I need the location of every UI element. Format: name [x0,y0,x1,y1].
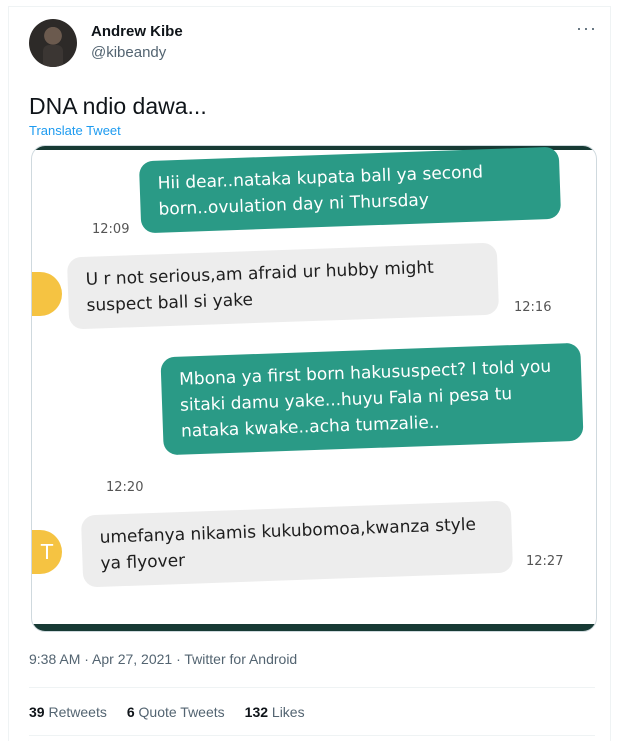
message-bubble-received: umefanya nikamis kukubomoa,kwanza style … [80,500,514,588]
retweets-label: Retweets [48,704,107,720]
tweet-card: Andrew Kibe @kibeandy ··· DNA ndio dawa.… [8,6,611,741]
quote-tweets-stat[interactable]: 6 Quote Tweets [127,704,225,720]
avatar[interactable] [29,19,77,67]
retweets-stat[interactable]: 39 Retweets [29,704,107,720]
retweets-count: 39 [29,704,45,720]
media-bottom-bar [32,624,596,631]
message-time: 12:27 [526,554,564,569]
contact-avatar: T [32,530,62,574]
message-time: 12:20 [106,480,144,495]
message-bubble-sent: Mbona ya first born hakususpect? I told … [160,342,584,456]
divider [29,735,595,736]
author-handle[interactable]: @kibeandy [91,44,166,61]
likes-stat[interactable]: 132 Likes [245,704,305,720]
divider [29,687,595,688]
tweet-timestamp[interactable]: 9:38 AM · Apr 27, 2021 · Twitter for And… [29,651,297,667]
message-time: 12:16 [514,300,552,315]
tweet-text: DNA ndio dawa... [29,93,207,119]
quotes-label: Quote Tweets [138,704,225,720]
likes-label: Likes [271,704,305,720]
message-bubble-received: U r not serious,am afraid ur hubby might… [66,242,500,330]
contact-avatar [32,272,62,316]
tweet-media-image[interactable]: 12:09 Hii dear..nataka kupata ball ya se… [31,145,597,632]
tweet-stats: 39 Retweets 6 Quote Tweets 132 Likes [29,704,305,720]
author-name[interactable]: Andrew Kibe [91,23,183,40]
translate-tweet-link[interactable]: Translate Tweet [29,123,121,138]
message-bubble-sent: Hii dear..nataka kupata ball ya second b… [138,146,562,234]
likes-count: 132 [244,704,269,720]
more-options-icon[interactable]: ··· [576,19,597,37]
message-time: 12:09 [92,222,130,237]
quotes-count: 6 [126,704,135,720]
